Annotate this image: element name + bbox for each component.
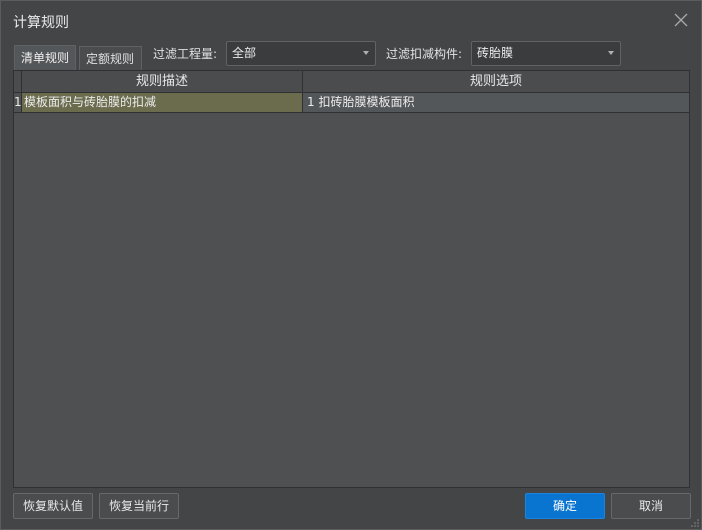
filter-quantity-value: 全部 (232, 46, 257, 60)
tab-bill-rules[interactable]: 清单规则 (14, 45, 76, 72)
restore-current-row-button[interactable]: 恢复当前行 (99, 493, 179, 519)
cancel-button[interactable]: 取消 (611, 493, 691, 519)
dialog-title: 计算规则 (13, 15, 69, 31)
column-header-option[interactable]: 规则选项 (303, 71, 689, 93)
dropdown-caret-icon (608, 51, 614, 55)
close-icon (674, 13, 688, 27)
rule-description-cell[interactable]: 模板面积与砖胎膜的扣减 (22, 93, 303, 112)
filter-quantity-select[interactable]: 全部 (226, 41, 376, 66)
filter-deduct-label: 过滤扣减构件: (386, 47, 463, 61)
table-row[interactable]: 1 模板面积与砖胎膜的扣减 1 扣砖胎膜模板面积 (14, 93, 689, 113)
ok-button[interactable]: 确定 (525, 493, 605, 519)
dropdown-caret-icon (363, 51, 369, 55)
row-index: 1 (14, 93, 22, 112)
grid-header: 规则描述 规则选项 (14, 71, 689, 93)
title-bar: 计算规则 (1, 1, 701, 39)
filter-deduct-value: 砖胎膜 (477, 46, 514, 60)
calc-rules-dialog: 计算规则 清单规则 定额规则 过滤工程量: 全部 过滤扣减构件: 砖胎膜 规则描… (0, 0, 702, 530)
row-index-header (14, 71, 22, 93)
resize-grip-icon[interactable] (691, 519, 699, 527)
rules-grid: 规则描述 规则选项 1 模板面积与砖胎膜的扣减 1 扣砖胎膜模板面积 (13, 70, 690, 488)
tab-quota-rules[interactable]: 定额规则 (79, 46, 142, 71)
column-header-description[interactable]: 规则描述 (22, 71, 303, 93)
rule-option-cell[interactable]: 1 扣砖胎膜模板面积 (303, 93, 689, 112)
filter-quantity-label: 过滤工程量: (153, 47, 218, 61)
close-button[interactable] (671, 10, 691, 30)
restore-default-button[interactable]: 恢复默认值 (13, 493, 93, 519)
filter-deduct-select[interactable]: 砖胎膜 (471, 41, 621, 66)
